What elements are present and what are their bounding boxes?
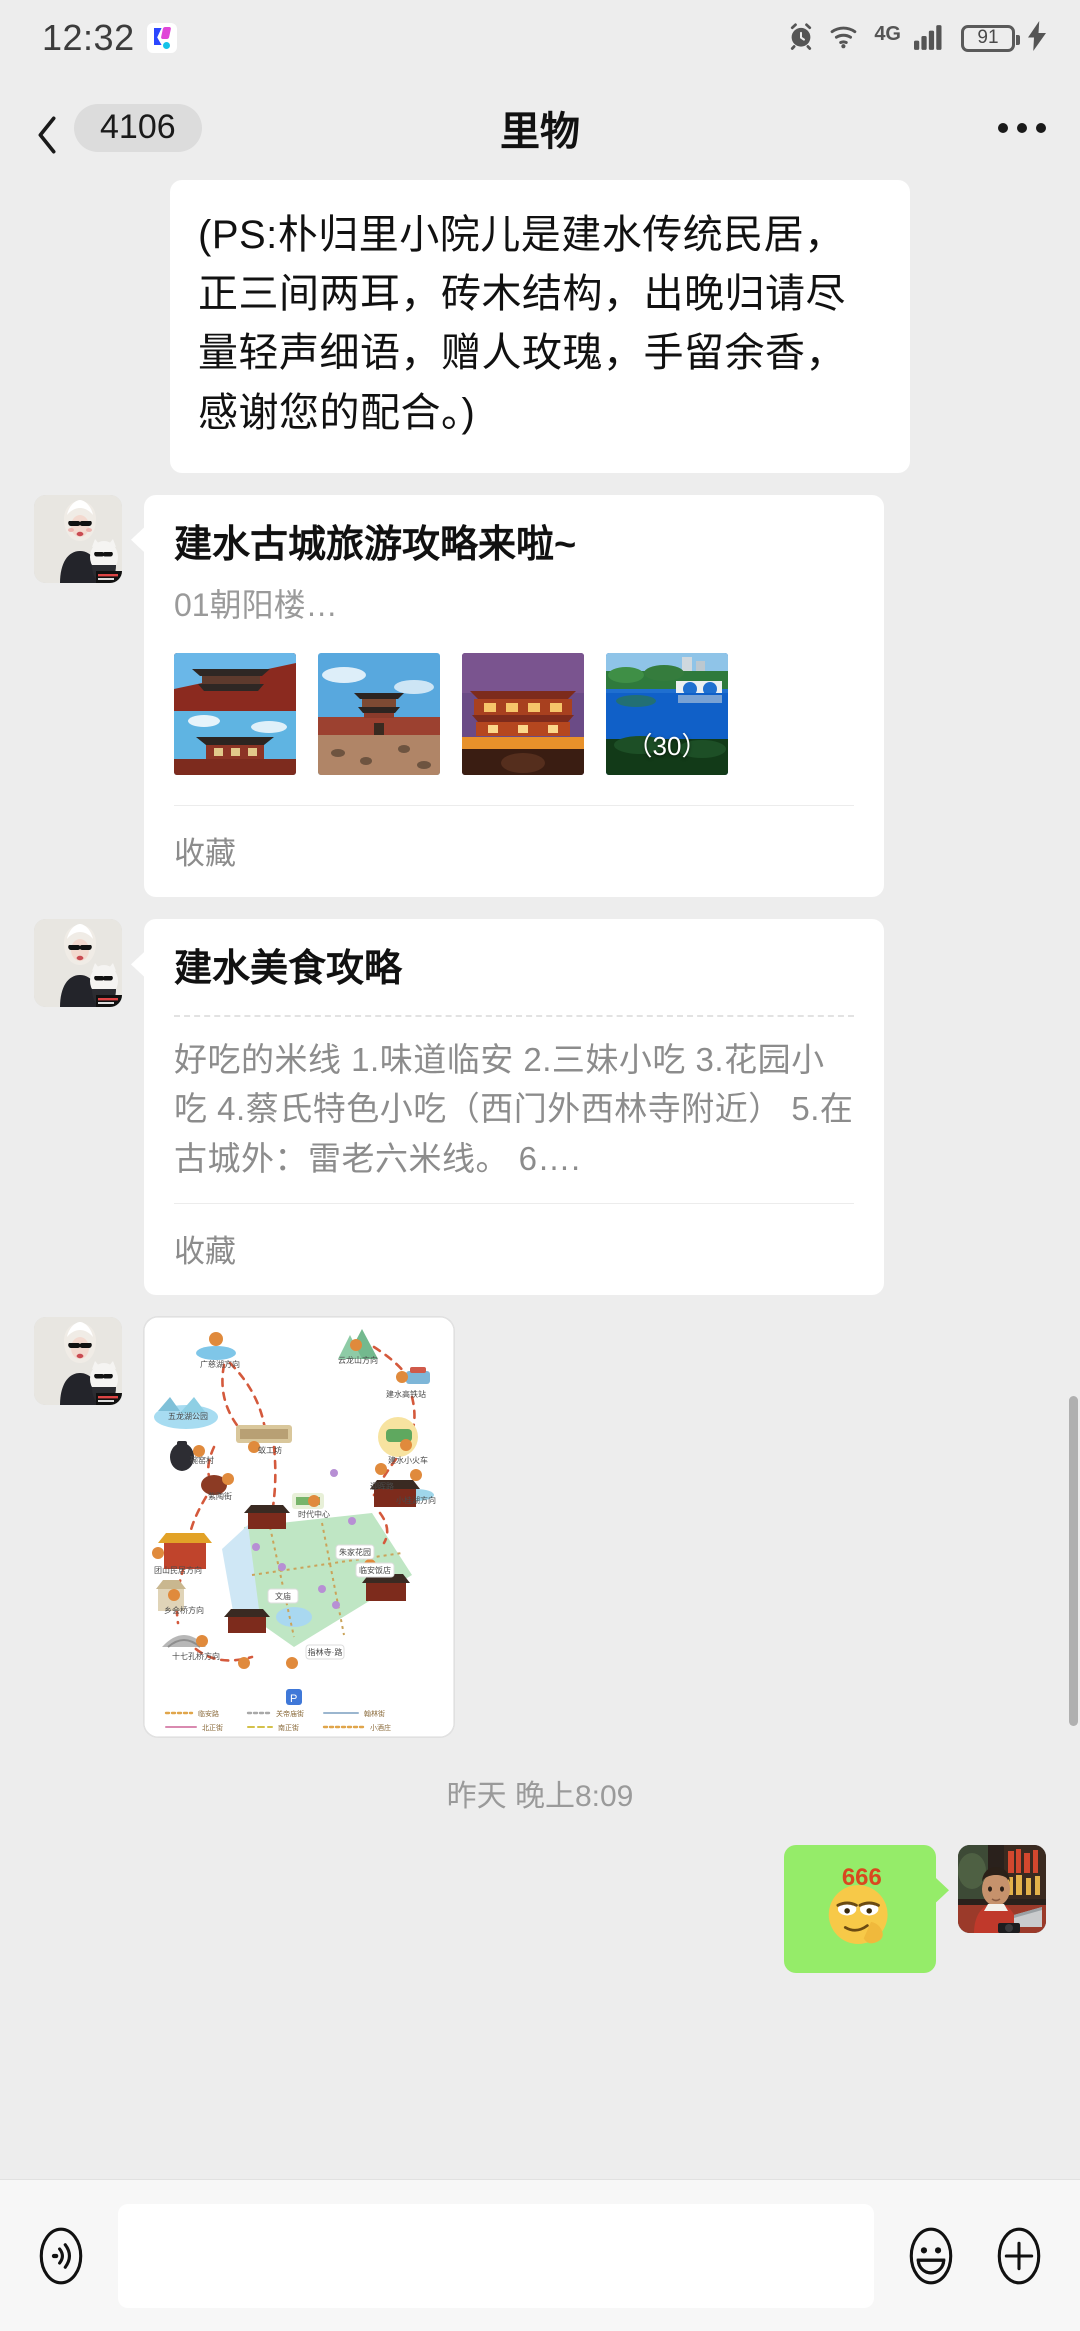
chat-message-list[interactable]: (PS:朴归里小院儿是建水传统民居，正三间两耳，砖木结构，出晚归请尽量轻声细语，…	[0, 180, 1080, 2179]
status-bar-right: 4G 91	[786, 20, 1046, 56]
svg-text:乡会桥方向: 乡会桥方向	[164, 1605, 204, 1615]
plus-circle-icon[interactable]	[988, 2225, 1050, 2287]
card-title: 建水古城旅游攻略来啦~	[174, 523, 577, 566]
card-header: 建水美食攻略 好吃的米线 1.味道临安 2.三妹小吃 3.花园小吃 4.蔡氏特色…	[144, 919, 884, 1187]
svg-text:时代中心: 时代中心	[298, 1509, 330, 1519]
card-footer-label[interactable]: 收藏	[144, 806, 884, 897]
svg-text:指林寺·路: 指林寺·路	[308, 1647, 343, 1657]
avatar[interactable]	[34, 919, 122, 1008]
bubble-tail	[131, 524, 147, 555]
card-thumbnail-with-count[interactable]: （30）	[606, 653, 728, 776]
signal-bars-icon	[914, 22, 948, 55]
svg-text:建水高铁站: 建水高铁站	[386, 1389, 426, 1399]
message-row-outgoing-sticker: 666	[0, 1845, 1080, 1974]
svg-text:迎晖路: 迎晖路	[370, 1481, 394, 1491]
card-body-text: 好吃的米线 1.味道临安 2.三妹小吃 3.花园小吃 4.蔡氏特色小吃（西门外西…	[174, 1040, 854, 1177]
network-type-label: 4G	[874, 22, 901, 45]
card-thumbnail[interactable]	[462, 653, 584, 776]
wechat-chat-screen: 12:32 4G 91 4106 里物 (PS:朴归里小院儿是建水传统民居，正三…	[0, 0, 1080, 2331]
voice-input-icon[interactable]	[30, 2225, 92, 2287]
butterfly-app-icon	[146, 23, 177, 53]
wifi-icon	[829, 22, 861, 55]
link-card-food-guide[interactable]: 建水美食攻略 好吃的米线 1.味道临安 2.三妹小吃 3.花园小吃 4.蔡氏特色…	[144, 919, 884, 1296]
message-input-field[interactable]	[118, 2203, 874, 2308]
card-thumbnail-strip: （30）	[174, 627, 854, 805]
link-card-travel-guide[interactable]: 建水古城旅游攻略来啦~ 01朝阳楼… （30） 收藏	[144, 494, 884, 898]
svg-text:临安路: 临安路	[198, 1709, 219, 1718]
svg-text:蚁工坊: 蚁工坊	[258, 1445, 282, 1455]
status-bar-left: 12:32	[42, 17, 177, 59]
message-row-image: P 临安路 关帝庙街 翰林街 北正街 南正街 小酒庄 广慈湖方向 云龙山方向 建…	[0, 1317, 1080, 1738]
back-chevron-icon[interactable]	[34, 115, 60, 154]
more-dots-icon[interactable]	[998, 123, 1046, 133]
avatar[interactable]	[34, 1317, 122, 1406]
bubble-tail	[933, 1875, 949, 1906]
unread-count-badge[interactable]: 4106	[74, 104, 202, 152]
image-count-label: （30）	[626, 731, 708, 762]
chat-scrollbar[interactable]	[1069, 1396, 1078, 1726]
bubble-tail	[131, 949, 147, 980]
svg-text:团山民居方向: 团山民居方向	[154, 1565, 202, 1575]
card-title: 建水美食攻略	[174, 948, 403, 991]
svg-text:666: 666	[842, 1864, 882, 1891]
svg-text:文庙: 文庙	[275, 1591, 291, 1601]
svg-text:翰林街: 翰林街	[364, 1709, 385, 1718]
sticker-bubble[interactable]: 666	[784, 1845, 936, 1974]
message-timestamp: 昨天 晚上8:09	[446, 1780, 634, 1814]
svg-text:云龙山方向: 云龙山方向	[338, 1355, 378, 1365]
svg-text:P: P	[290, 1693, 297, 1705]
svg-text:五龙湖公园: 五龙湖公园	[168, 1411, 208, 1421]
svg-text:南正街: 南正街	[278, 1723, 299, 1732]
message-row-card-images: 建水古城旅游攻略来啦~ 01朝阳楼… （30） 收藏	[0, 494, 1080, 898]
message-bubble-wrap: 建水美食攻略 好吃的米线 1.味道临安 2.三妹小吃 3.花园小吃 4.蔡氏特色…	[131, 919, 884, 1296]
svg-text:小酒庄: 小酒庄	[370, 1723, 391, 1732]
avatar[interactable]	[34, 494, 122, 583]
card-subtitle: 01朝阳楼…	[174, 587, 338, 624]
message-bubble-wrap: 建水古城旅游攻略来啦~ 01朝阳楼… （30） 收藏	[131, 494, 884, 898]
battery-indicator: 91	[961, 24, 1020, 52]
svg-text:建水小火车: 建水小火车	[388, 1455, 428, 1465]
message-text-bubble[interactable]: (PS:朴归里小院儿是建水传统民居，正三间两耳，砖木结构，出晚归请尽量轻声细语，…	[170, 180, 910, 473]
message-input-bar	[0, 2179, 1080, 2331]
svg-text:广慈湖方向: 广慈湖方向	[200, 1359, 240, 1369]
status-time: 12:32	[42, 17, 135, 58]
svg-text:碗窑村: 碗窑村	[190, 1455, 214, 1465]
card-thumbnail[interactable]	[318, 653, 440, 776]
status-bar: 12:32 4G 91	[0, 0, 1080, 76]
card-footer-label[interactable]: 收藏	[144, 1204, 884, 1295]
charging-bolt-icon	[1028, 20, 1046, 56]
smiley-face-icon[interactable]	[900, 2225, 962, 2287]
message-row-card-text: 建水美食攻略 好吃的米线 1.味道临安 2.三妹小吃 3.花园小吃 4.蔡氏特色…	[0, 919, 1080, 1296]
svg-text:朱家花园: 朱家花园	[339, 1547, 371, 1557]
battery-level: 91	[977, 27, 999, 48]
svg-text:北正街: 北正街	[202, 1723, 223, 1732]
message-bubble-wrap: 666	[784, 1845, 949, 1974]
svg-text:临安饭店: 临安饭店	[359, 1565, 391, 1575]
card-header: 建水古城旅游攻略来啦~ 01朝阳楼… （30）	[144, 495, 884, 806]
svg-text:十七孔桥方向: 十七孔桥方向	[172, 1651, 220, 1661]
card-thumbnail[interactable]	[174, 653, 296, 776]
smirk-666-sticker: 666	[828, 1864, 888, 1945]
message-row-text: (PS:朴归里小院儿是建水传统民居，正三间两耳，砖木结构，出晚归请尽量轻声细语，…	[0, 180, 1080, 473]
avatar-self[interactable]	[958, 1845, 1046, 1934]
alarm-clock-icon	[786, 21, 816, 56]
chat-header: 4106 里物	[0, 76, 1080, 180]
svg-text:小桂湖方向: 小桂湖方向	[396, 1495, 436, 1505]
card-dashed-divider	[174, 1014, 854, 1017]
message-bubble-wrap: (PS:朴归里小院儿是建水传统民居，正三间两耳，砖木结构，出晚归请尽量轻声细语，…	[170, 180, 910, 473]
svg-text:关帝庙街: 关帝庙街	[276, 1709, 304, 1718]
image-message-tourist-map[interactable]: P 临安路 关帝庙街 翰林街 北正街 南正街 小酒庄 广慈湖方向 云龙山方向 建…	[144, 1317, 454, 1738]
svg-text:紫陶街: 紫陶街	[208, 1491, 232, 1501]
